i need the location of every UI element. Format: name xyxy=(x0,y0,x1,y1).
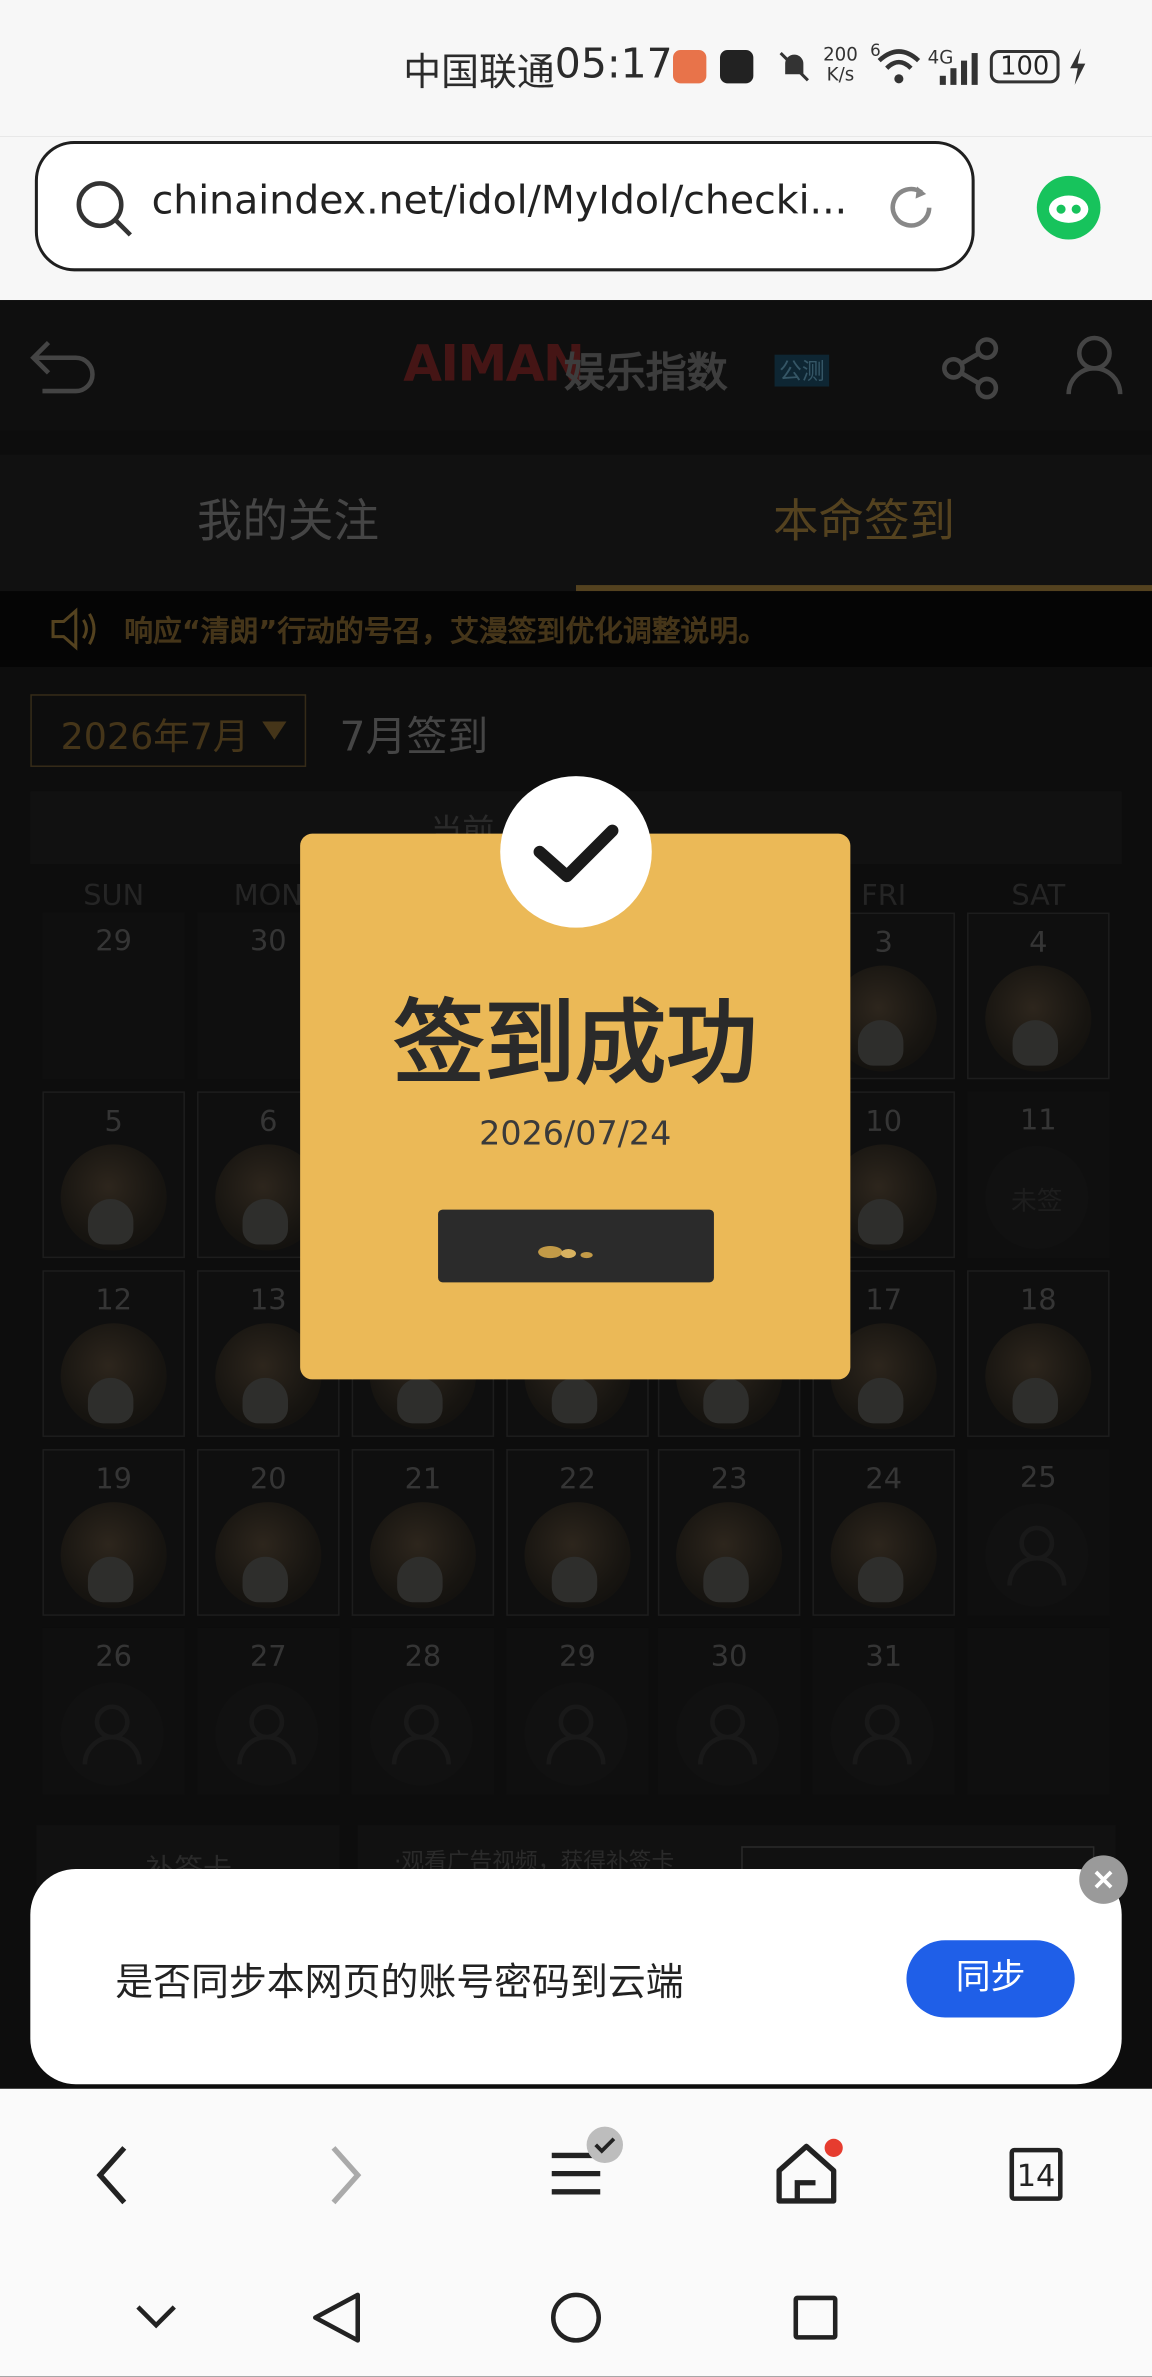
url-text[interactable]: chinaindex.net/idol/MyIdol/checki... xyxy=(152,179,849,224)
sync-button[interactable]: 同步 xyxy=(906,1940,1075,2018)
nav-back-icon[interactable] xyxy=(91,2145,133,2206)
carrier-name: 中国联通 xyxy=(403,50,555,94)
signal-icon xyxy=(939,53,978,85)
loading-graphic xyxy=(538,1245,593,1259)
wifi-label: 6 xyxy=(870,40,881,61)
charging-icon xyxy=(1070,48,1086,85)
check-icon xyxy=(533,824,619,883)
app-notification-icon xyxy=(673,50,707,84)
toast-close-button[interactable] xyxy=(1079,1855,1128,1904)
wifi-icon xyxy=(877,49,921,84)
clock: 05:17 xyxy=(554,40,673,88)
net-speed: 200 K/s xyxy=(823,43,858,85)
menu-update-badge xyxy=(586,2126,623,2164)
reload-icon[interactable] xyxy=(885,182,937,234)
close-icon xyxy=(1094,1870,1113,1889)
modal-action-button[interactable] xyxy=(438,1209,714,1283)
sys-home-icon[interactable] xyxy=(549,2290,604,2345)
mute-bell-icon xyxy=(779,51,809,82)
checkmark-icon xyxy=(594,2137,616,2154)
search-icon xyxy=(76,181,132,237)
sys-back-icon[interactable] xyxy=(309,2290,364,2345)
browser-profile-icon[interactable] xyxy=(1036,175,1101,240)
home-notification-dot xyxy=(824,2138,843,2157)
sync-prompt-text: 是否同步本网页的账号密码到云端 xyxy=(115,1959,684,2004)
tabs-count-button[interactable]: 14 xyxy=(1009,2147,1063,2201)
modal-title: 签到成功 xyxy=(393,991,758,1098)
success-badge xyxy=(500,776,652,928)
modal-date: 2026/07/24 xyxy=(479,1115,672,1154)
sys-collapse-icon[interactable] xyxy=(133,2298,178,2334)
sys-recents-icon[interactable] xyxy=(791,2293,840,2342)
nav-forward-icon[interactable] xyxy=(324,2145,366,2206)
battery-indicator: 100 xyxy=(989,50,1060,84)
tiktok-notification-icon xyxy=(719,50,754,84)
